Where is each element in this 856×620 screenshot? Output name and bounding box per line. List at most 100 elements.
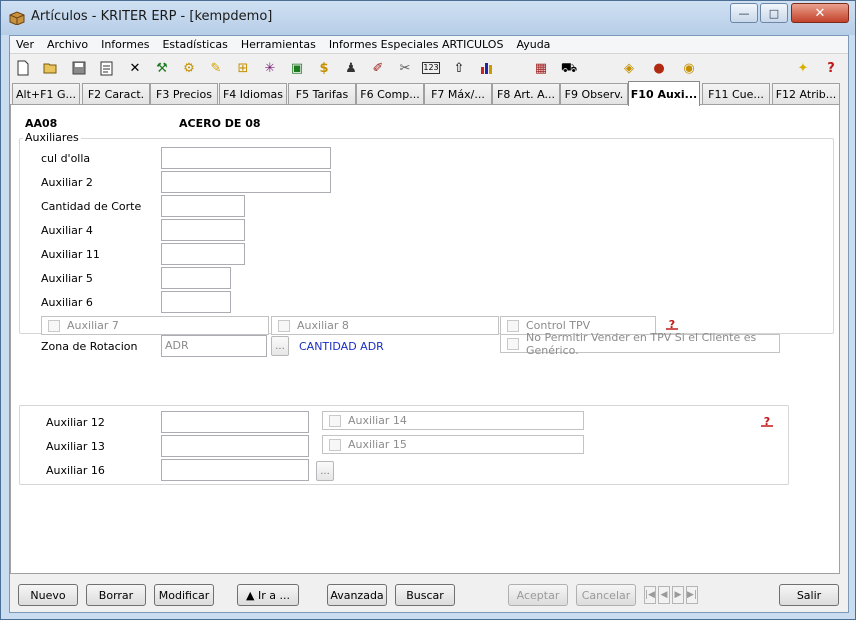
salir-button[interactable]: Salir [779, 584, 839, 606]
zona-rotacion-input[interactable]: ADR [161, 335, 267, 357]
avanzada-button[interactable]: Avanzada [327, 584, 387, 606]
checkbox-label: Auxiliar 14 [348, 414, 407, 427]
box-icon[interactable]: ▣ [288, 59, 306, 77]
chart-icon[interactable] [478, 59, 496, 77]
auxiliar-11-input[interactable] [161, 243, 245, 265]
tab-composicion[interactable]: F6 Comp... [356, 83, 424, 105]
cart-icon[interactable]: ⛟ [560, 59, 578, 77]
auxiliar-16-lookup-button[interactable]: ... [316, 461, 334, 481]
tag-icon[interactable]: ✂ [396, 59, 414, 77]
ir-a-button[interactable]: ▲ Ir a ... [237, 584, 299, 606]
stamp-icon[interactable]: ♟ [342, 59, 360, 77]
cul-dolla-input[interactable] [161, 147, 331, 169]
menu-herramientas[interactable]: Herramientas [235, 38, 323, 51]
new-icon[interactable] [14, 59, 32, 77]
tab-observaciones[interactable]: F9 Observ. [560, 83, 628, 105]
tab-cuentas[interactable]: F11 Cue... [702, 83, 770, 105]
tab-precios[interactable]: F3 Precios [150, 83, 218, 105]
tools-icon[interactable]: ⚒ [153, 59, 171, 77]
tab-auxiliares[interactable]: F10 Auxi... [628, 81, 700, 106]
checkbox-square[interactable] [507, 337, 519, 350]
tab-atributos[interactable]: F12 Atrib... [772, 83, 840, 105]
tab-caracteristicas[interactable]: F2 Caract. [82, 83, 150, 105]
help-icon[interactable]: ? [760, 415, 774, 427]
checkbox-square[interactable] [278, 319, 290, 332]
menu-ayuda[interactable]: Ayuda [510, 38, 557, 51]
auxiliar-5-input[interactable] [161, 267, 231, 289]
auxiliar-12-input[interactable] [161, 411, 309, 433]
checkbox-square[interactable] [507, 319, 519, 332]
network-icon[interactable]: ✳ [261, 59, 279, 77]
edit-icon[interactable] [98, 59, 116, 77]
tab-general[interactable]: Alt+F1 G... [12, 83, 80, 105]
maximize-button[interactable]: □ [760, 3, 788, 23]
tab-maximos[interactable]: F7 Máx/... [424, 83, 492, 105]
upload-icon[interactable]: ⇧ [450, 59, 468, 77]
close-window-button[interactable]: ✕ [791, 3, 849, 23]
aceptar-button[interactable]: Aceptar [508, 584, 568, 606]
auxiliar-4-input[interactable] [161, 219, 245, 241]
auxiliar-15-checkbox[interactable]: Auxiliar 15 [322, 435, 584, 454]
auxiliar-7-checkbox[interactable]: Auxiliar 7 [41, 316, 269, 335]
modificar-button[interactable]: Modificar [154, 584, 214, 606]
auxiliar-16-input[interactable] [161, 459, 309, 481]
open-icon[interactable] [42, 59, 60, 77]
money-icon[interactable]: $ [315, 59, 333, 77]
menu-estadisticas[interactable]: Estadísticas [156, 38, 234, 51]
auxiliar-13-input[interactable] [161, 435, 309, 457]
field-label-auxiliar-13: Auxiliar 13 [46, 440, 105, 453]
field-label-cantidad-corte: Cantidad de Corte [41, 200, 142, 213]
cantidad-corte-input[interactable] [161, 195, 245, 217]
checkbox-square[interactable] [329, 414, 341, 427]
auxiliar-2-input[interactable] [161, 171, 331, 193]
last-record-button[interactable]: ▶| [686, 586, 698, 604]
numbers-icon[interactable]: 123 [422, 62, 440, 74]
buscar-button[interactable]: Buscar [395, 584, 455, 606]
main-client-area: Ver Archivo Informes Estadísticas Herram… [9, 35, 849, 613]
no-permitir-vender-tpv-checkbox[interactable]: No Permitir Vender en TPV Si el Cliente … [500, 331, 780, 357]
wallet-icon[interactable]: ◈ [620, 59, 638, 77]
menu-ver[interactable]: Ver [10, 38, 41, 51]
checkbox-label: No Permitir Vender en TPV Si el Cliente … [526, 330, 757, 357]
menu-informes-especiales[interactable]: Informes Especiales ARTICULOS [323, 38, 511, 51]
next-record-button[interactable]: ▶ [672, 586, 684, 604]
pencil-icon[interactable]: ✎ [207, 59, 225, 77]
paint-icon[interactable]: ✐ [369, 59, 387, 77]
svg-text:?: ? [669, 318, 675, 330]
help-icon[interactable]: ? [665, 318, 679, 330]
borrar-button[interactable]: Borrar [86, 584, 146, 606]
title-bar[interactable]: Artículos - KRITER ERP - [kempdemo] — □ … [1, 1, 855, 35]
zona-rotacion-lookup-button[interactable]: ... [271, 336, 289, 356]
auxiliar-8-checkbox[interactable]: Auxiliar 8 [271, 316, 499, 335]
tab-articulos-asociados[interactable]: F8 Art. A... [492, 83, 560, 105]
delete-icon[interactable]: ✕ [126, 59, 144, 77]
toolbar: ✕ ⚒ ⚙ ✎ ⊞ ✳ ▣ $ ♟ ✐ ✂ 123 ⇧ ▦ ⛟ ◈ ● ◉ ✦ … [10, 55, 848, 81]
checkbox-square[interactable] [329, 438, 341, 451]
minimize-button[interactable]: — [730, 3, 758, 23]
config-icon[interactable]: ⚙ [180, 59, 198, 77]
menu-informes[interactable]: Informes [95, 38, 156, 51]
tab-idiomas[interactable]: F4 Idiomas [219, 83, 287, 105]
checkbox-label: Auxiliar 8 [297, 319, 349, 332]
field-label-auxiliar-6: Auxiliar 6 [41, 296, 93, 309]
field-label-auxiliar-2: Auxiliar 2 [41, 176, 93, 189]
nuevo-button[interactable]: Nuevo [18, 584, 78, 606]
bulb-icon[interactable]: ✦ [794, 59, 812, 77]
label-icon[interactable]: ◉ [680, 59, 698, 77]
auxiliar-6-input[interactable] [161, 291, 231, 313]
checkbox-square[interactable] [48, 319, 60, 332]
tree-icon[interactable]: ⊞ [234, 59, 252, 77]
menu-archivo[interactable]: Archivo [41, 38, 95, 51]
auxiliares-group [19, 138, 834, 334]
moneybag-icon[interactable]: ● [650, 59, 668, 77]
previous-record-button[interactable]: ◀ [658, 586, 670, 604]
box-app-icon [9, 11, 25, 25]
cancelar-button[interactable]: Cancelar [576, 584, 636, 606]
first-record-button[interactable]: |◀ [644, 586, 656, 604]
calculator-icon[interactable]: ▦ [532, 59, 550, 77]
help-icon[interactable]: ? [822, 59, 840, 77]
tab-tarifas[interactable]: F5 Tarifas [288, 83, 356, 105]
save-icon[interactable] [70, 59, 88, 77]
auxiliares-panel: AA08 ACERO DE 08 Auxiliares cul d'olla A… [10, 104, 840, 574]
auxiliar-14-checkbox[interactable]: Auxiliar 14 [322, 411, 584, 430]
